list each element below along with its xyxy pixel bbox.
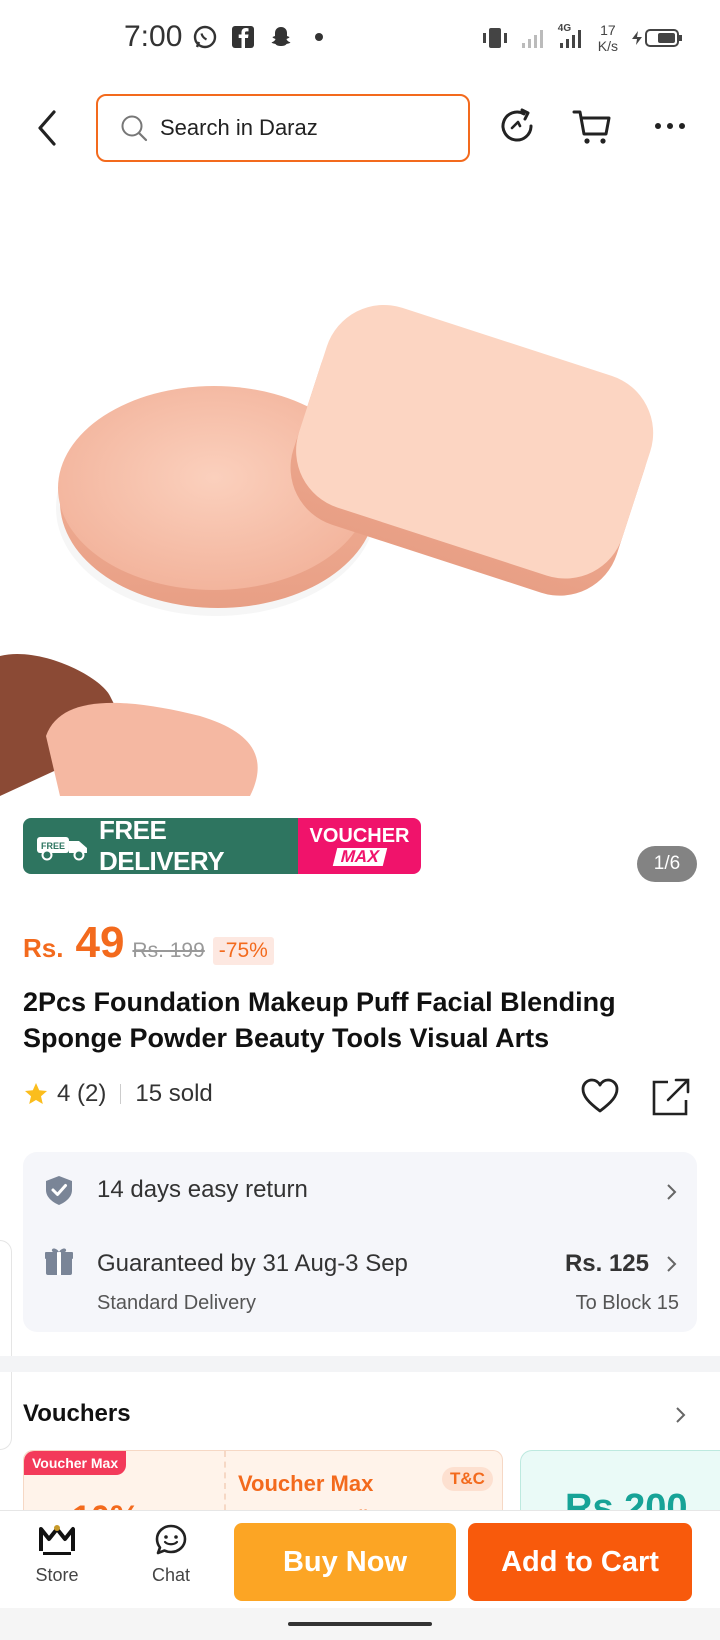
shield-check-icon: [46, 1176, 72, 1205]
voucher-max-badge: VOUCHER MAX: [298, 818, 421, 874]
search-input[interactable]: Search in Daraz: [96, 94, 470, 162]
chat-icon: [155, 1524, 187, 1555]
store-logo-icon: [39, 1525, 75, 1555]
search-icon: [121, 115, 148, 142]
vibrate-icon: [482, 28, 507, 48]
chat-label: Chat: [151, 1565, 191, 1585]
store-label: Store: [35, 1565, 79, 1585]
rating-row[interactable]: 4 (2) 15 sold: [23, 1080, 213, 1108]
discount-badge: -75%: [212, 937, 274, 965]
buy-now-button[interactable]: Buy Now: [234, 1523, 456, 1601]
more-options-icon[interactable]: [650, 106, 690, 146]
status-time: 7:00: [124, 20, 183, 53]
top-header: Search in Daraz: [0, 90, 720, 162]
history-icon[interactable]: [498, 106, 538, 146]
rating-value: 4 (2): [57, 1080, 107, 1107]
network-speed: 17 K/s: [597, 22, 618, 54]
delivery-fee[interactable]: Rs. 125: [565, 1250, 649, 1278]
back-arrow-icon[interactable]: [30, 108, 66, 148]
svg-text:FREE: FREE: [41, 841, 65, 851]
system-status-icons: 4G 17 K/s: [480, 22, 684, 54]
dot-icon: [315, 33, 323, 41]
section-divider: [0, 1356, 720, 1372]
product-title: 2Pcs Foundation Makeup Puff Facial Blend…: [23, 987, 616, 1053]
chevron-right-icon[interactable]: [663, 1182, 679, 1202]
return-policy[interactable]: 14 days easy return: [97, 1176, 308, 1204]
home-indicator[interactable]: [288, 1622, 432, 1626]
separator: [120, 1084, 122, 1104]
facebook-icon: [232, 26, 254, 48]
whatsapp-icon: [193, 25, 217, 49]
currency: Rs.: [23, 933, 64, 963]
wishlist-heart-icon[interactable]: [580, 1076, 620, 1116]
signal-4g-icon: 4G: [558, 23, 588, 51]
search-placeholder: Search in Daraz: [160, 115, 318, 140]
notification-icons: [192, 24, 332, 50]
battery-charging-icon: [632, 29, 682, 47]
free-delivery-badge: FREE FREE DELIVERY: [23, 815, 298, 876]
chat-button[interactable]: Chat: [140, 1523, 202, 1586]
delivery-info-card: 14 days easy return Guaranteed by 31 Aug…: [23, 1152, 697, 1332]
chevron-right-icon[interactable]: [672, 1405, 688, 1425]
terms-button[interactable]: T&C: [442, 1467, 493, 1491]
product-photo: [0, 304, 654, 796]
system-nav-bar: [0, 1608, 720, 1640]
package-icon: [45, 1248, 73, 1275]
free-delivery-text: FREE DELIVERY: [98, 815, 225, 876]
star-icon: [25, 1083, 47, 1104]
cart-icon[interactable]: [572, 106, 612, 146]
voucher-tag: Voucher Max: [24, 1451, 127, 1475]
price-row: Rs. 49 Rs. 199 -75%: [23, 918, 274, 968]
bottom-action-bar: Store Chat Buy Now Add to Cart: [0, 1510, 720, 1608]
store-button[interactable]: Store: [26, 1523, 88, 1586]
product-image-gallery[interactable]: FREE FREE DELIVERY VOUCHER MAX 1/6: [0, 176, 720, 884]
status-bar: 7:00 4G 17 K/s: [0, 0, 720, 80]
snapchat-icon: [271, 27, 291, 46]
delivery-truck-icon: FREE: [36, 837, 87, 861]
add-to-cart-button[interactable]: Add to Cart: [468, 1523, 692, 1601]
original-price: Rs. 199: [132, 939, 205, 962]
delivery-location: To Block 15: [575, 1292, 679, 1314]
chevron-right-icon[interactable]: [663, 1254, 679, 1274]
delivery-type: Standard Delivery: [97, 1292, 256, 1314]
share-icon[interactable]: [650, 1076, 692, 1118]
side-drawer-tab[interactable]: [0, 1240, 12, 1450]
image-pager: 1/6: [637, 846, 697, 882]
voucher-title: Voucher Max: [238, 1471, 374, 1496]
current-price: 49: [75, 918, 125, 967]
delivery-guarantee[interactable]: Guaranteed by 31 Aug-3 Sep: [97, 1250, 408, 1278]
vouchers-heading[interactable]: Vouchers: [23, 1400, 131, 1428]
sold-count: 15 sold: [135, 1080, 213, 1107]
signal-weak-icon: [521, 30, 543, 48]
